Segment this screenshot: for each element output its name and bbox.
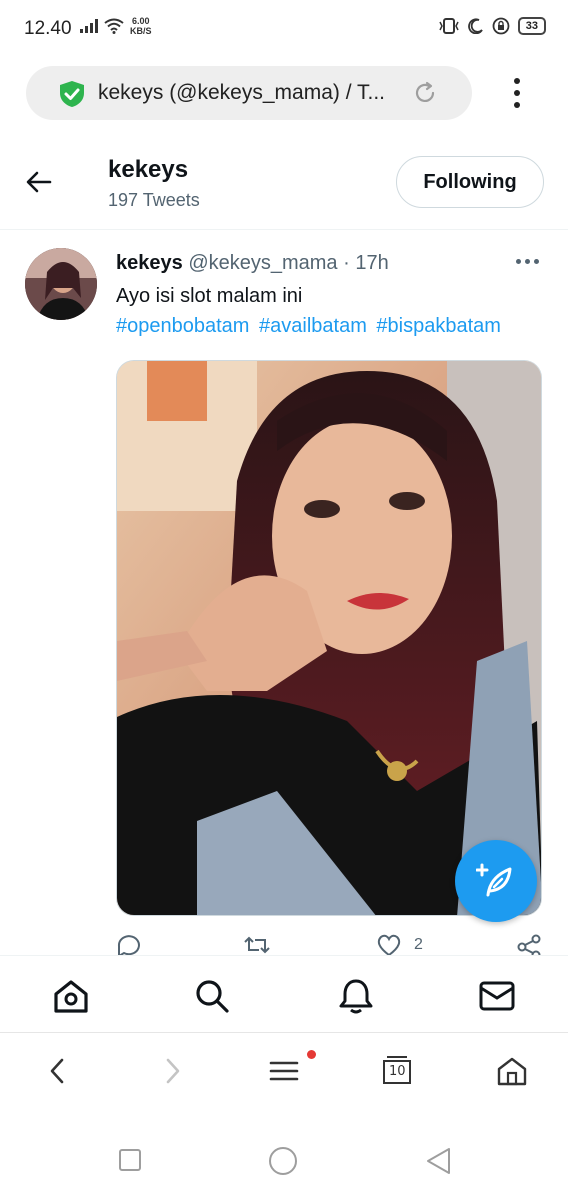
share-icon[interactable] <box>516 934 542 956</box>
more-dot-icon <box>534 259 539 264</box>
browser-home-icon[interactable] <box>496 1056 528 1086</box>
system-back-icon[interactable] <box>426 1147 452 1175</box>
tweet-display-name[interactable]: kekeys <box>116 252 183 274</box>
more-dot-icon <box>516 259 521 264</box>
tweet-text: Ayo isi slot malam ini <box>116 285 303 307</box>
profile-name: kekeys <box>108 156 189 183</box>
tweet-hashtags: #openbobatam #availbatam #bispakbatam <box>116 315 505 338</box>
lock-rotation-icon <box>492 17 510 35</box>
system-navigation-bar <box>0 1114 568 1200</box>
more-dot-icon <box>525 259 530 264</box>
menu-notification-dot <box>307 1050 316 1059</box>
menu-dot-icon <box>514 102 520 108</box>
secure-shield-icon <box>60 81 84 107</box>
browser-back-icon[interactable] <box>46 1056 70 1086</box>
url-bar[interactable]: kekeys (@kekeys_mama) / T... <box>26 66 472 120</box>
hamburger-menu-icon[interactable] <box>268 1056 300 1086</box>
signal-icon <box>80 19 98 33</box>
compose-feather-icon <box>476 863 512 897</box>
notifications-bell-icon[interactable] <box>338 978 374 1014</box>
following-button[interactable]: Following <box>396 156 544 208</box>
url-title[interactable]: kekeys (@kekeys_mama) / T... <box>98 81 398 105</box>
hashtag-link[interactable]: #availbatam <box>259 315 367 337</box>
retweet-icon[interactable] <box>244 934 270 956</box>
tweet-actions: 2 <box>116 934 542 956</box>
hashtag-link[interactable]: #bispakbatam <box>376 315 501 337</box>
profile-header: kekeys 197 Tweets Following <box>0 136 568 230</box>
recent-apps-icon[interactable] <box>118 1148 142 1172</box>
tweet-count: 197 Tweets <box>108 190 200 210</box>
speed-value: 6.00 <box>131 16 150 26</box>
selfie-photo <box>117 361 541 915</box>
tab-count: 10 <box>389 1064 406 1079</box>
browser-menu-button[interactable] <box>505 78 529 108</box>
speed-unit: KB/S <box>130 26 152 36</box>
avatar-photo <box>25 248 97 320</box>
tweet-separator: · <box>343 252 350 274</box>
back-arrow-icon[interactable] <box>26 170 52 194</box>
like-count: 2 <box>414 936 423 953</box>
tweet-photo[interactable] <box>116 360 542 916</box>
like-icon[interactable] <box>376 934 402 956</box>
browser-toolbar: 10 <box>0 1034 568 1114</box>
compose-tweet-button[interactable] <box>455 840 537 922</box>
reply-icon[interactable] <box>116 934 142 956</box>
search-icon[interactable] <box>194 978 230 1014</box>
tweet-time[interactable]: 17h <box>355 252 388 274</box>
hashtag-link[interactable]: #openbobatam <box>116 315 249 337</box>
browser-forward-icon[interactable] <box>160 1056 184 1086</box>
reload-icon[interactable] <box>412 80 438 106</box>
status-bar: 12.40 6.00 KB/S 33 <box>0 0 568 56</box>
system-home-icon[interactable] <box>268 1146 298 1176</box>
network-speed: 6.00 KB/S <box>130 16 152 36</box>
tabs-button[interactable]: 10 <box>382 1054 412 1086</box>
tweet-more-button[interactable] <box>516 259 539 264</box>
tweet-header: kekeys @kekeys_mama · 17h <box>116 252 389 275</box>
menu-dot-icon <box>514 90 520 96</box>
messages-envelope-icon[interactable] <box>478 978 516 1014</box>
moon-icon <box>467 18 483 34</box>
tweet-handle[interactable]: @kekeys_mama <box>188 252 337 274</box>
vibrate-icon <box>439 18 459 34</box>
twitter-bottom-nav <box>0 955 568 1033</box>
status-time: 12.40 <box>24 18 72 39</box>
menu-dot-icon <box>514 78 520 84</box>
home-icon[interactable] <box>53 978 89 1014</box>
battery-indicator: 33 <box>517 17 546 35</box>
avatar[interactable] <box>25 248 97 320</box>
wifi-icon <box>104 18 124 34</box>
